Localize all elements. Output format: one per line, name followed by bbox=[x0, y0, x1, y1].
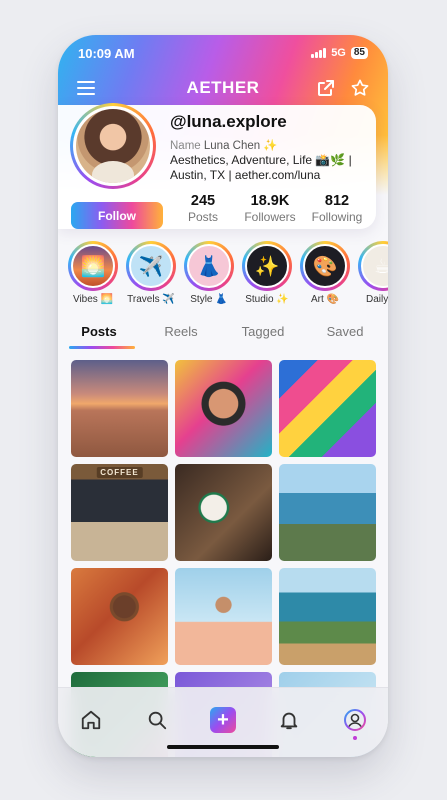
active-indicator bbox=[353, 736, 357, 740]
home-indicator bbox=[167, 745, 279, 749]
profile-icon[interactable] bbox=[341, 706, 369, 740]
status-bar: 10:09 AM 5G 85 bbox=[58, 35, 388, 71]
stat-value: 18.9K bbox=[250, 193, 290, 209]
bio-line-1: Aesthetics, Adventure, Life 📸🌿 | bbox=[170, 153, 352, 167]
highlight-label: Style 👗 bbox=[190, 294, 228, 305]
post-tile-portrait-colorful[interactable] bbox=[175, 360, 272, 457]
profile-handle: @luna.explore bbox=[170, 112, 287, 131]
add-post-icon[interactable]: + bbox=[209, 706, 237, 734]
network-label: 5G bbox=[331, 47, 346, 59]
sparkles-icon: ✨ bbox=[245, 244, 289, 288]
bio-line-2: Austin, TX | aether.com/luna bbox=[170, 168, 320, 182]
post-tile-mural[interactable] bbox=[279, 360, 376, 457]
bio-link[interactable]: aether.com/luna bbox=[235, 168, 320, 182]
menu-icon[interactable] bbox=[74, 76, 98, 100]
post-tile-coastline[interactable] bbox=[279, 464, 376, 561]
profile-stats: 245 Posts 18.9K Followers 812 Following bbox=[170, 193, 370, 224]
battery-icon: 85 bbox=[350, 47, 368, 59]
tab-reels[interactable]: Reels bbox=[140, 319, 222, 349]
highlight-daily[interactable]: ☕ Daily ☕ bbox=[358, 241, 388, 305]
coffee-icon: ☕ bbox=[361, 244, 388, 288]
top-nav: AETHER bbox=[58, 73, 388, 103]
sunset-icon: 🌅 bbox=[71, 244, 115, 288]
stat-following[interactable]: 812 Following bbox=[304, 193, 370, 224]
avatar-ring bbox=[70, 103, 156, 189]
stat-label: Followers bbox=[244, 210, 296, 224]
avatar[interactable] bbox=[76, 109, 150, 183]
tab-tagged[interactable]: Tagged bbox=[222, 319, 304, 349]
post-tile-canyon-portrait[interactable] bbox=[71, 568, 168, 665]
home-icon[interactable] bbox=[77, 706, 105, 734]
tab-saved[interactable]: Saved bbox=[304, 319, 386, 349]
phone-frame: 10:09 AM 5G 85 AETHER @luna.explore Name… bbox=[58, 35, 388, 757]
dress-icon: 👗 bbox=[187, 244, 231, 288]
highlight-label: Art 🎨 bbox=[310, 294, 339, 305]
profile-name: Luna Chen ✨ bbox=[203, 140, 278, 152]
post-tile-sky-portrait[interactable] bbox=[175, 568, 272, 665]
highlight-vibes[interactable]: 🌅 Vibes 🌅 bbox=[68, 241, 118, 305]
highlight-label: Vibes 🌅 bbox=[72, 294, 114, 305]
highlight-style[interactable]: 👗 Style 👗 bbox=[184, 241, 234, 305]
post-tile-coffee-cup[interactable] bbox=[175, 464, 272, 561]
highlight-label: Travels ✈️ bbox=[127, 294, 175, 305]
post-tile-bay-view[interactable] bbox=[279, 568, 376, 665]
palette-icon: 🎨 bbox=[303, 244, 347, 288]
status-time: 10:09 AM bbox=[78, 45, 135, 61]
profile-tabs: Posts Reels Tagged Saved bbox=[58, 319, 388, 349]
stat-posts[interactable]: 245 Posts bbox=[170, 193, 236, 224]
status-indicators: 5G 85 bbox=[311, 47, 368, 59]
share-icon[interactable] bbox=[314, 76, 338, 100]
stat-label: Following bbox=[311, 210, 363, 224]
stat-followers[interactable]: 18.9K Followers bbox=[237, 193, 303, 224]
profile-card: @luna.explore Name Luna Chen ✨ Aesthetic… bbox=[58, 103, 376, 229]
profile-name-line: Name Luna Chen ✨ bbox=[170, 138, 278, 152]
stat-value: 812 bbox=[324, 193, 350, 209]
airplane-icon: ✈️ bbox=[129, 244, 173, 288]
story-highlights: 🌅 Vibes 🌅 ✈️ Travels ✈️ 👗 Style 👗 ✨ Stud… bbox=[68, 241, 388, 305]
post-tile-desert-sunset[interactable] bbox=[71, 360, 168, 457]
bell-icon[interactable] bbox=[275, 706, 303, 734]
follow-button[interactable]: Follow bbox=[71, 202, 163, 229]
signal-icon bbox=[311, 48, 327, 58]
star-icon[interactable] bbox=[348, 76, 372, 100]
stat-label: Posts bbox=[187, 210, 218, 224]
post-tile-coffee-shop[interactable]: COFFEE bbox=[71, 464, 168, 561]
stat-value: 245 bbox=[190, 193, 216, 209]
highlight-label: Studio ✨ bbox=[245, 294, 289, 305]
name-label: Name bbox=[170, 140, 201, 152]
search-icon[interactable] bbox=[143, 706, 171, 734]
coffee-sign: COFFEE bbox=[96, 467, 143, 478]
highlight-studio[interactable]: ✨ Studio ✨ bbox=[242, 241, 292, 305]
highlight-travels[interactable]: ✈️ Travels ✈️ bbox=[126, 241, 176, 305]
highlight-art[interactable]: 🎨 Art 🎨 bbox=[300, 241, 350, 305]
bio-location: Austin, TX | bbox=[170, 168, 235, 182]
tab-posts[interactable]: Posts bbox=[58, 319, 140, 349]
highlight-label: Daily ☕ bbox=[366, 294, 388, 305]
